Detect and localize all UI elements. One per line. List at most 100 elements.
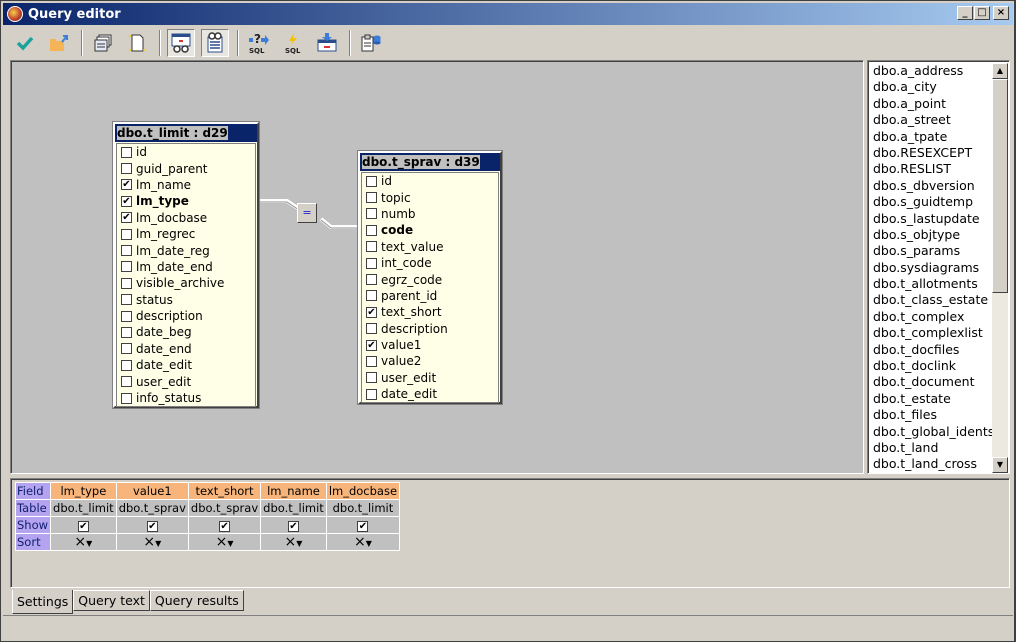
field-row[interactable]: ✔ lm_name — [117, 177, 255, 193]
field-row[interactable]: user_edit — [117, 373, 255, 389]
show-checkbox[interactable]: ✔ — [77, 521, 89, 532]
field-checkbox[interactable] — [121, 228, 132, 240]
grid-sort-cell[interactable]: ×▼ — [260, 533, 327, 551]
grid-field-cell[interactable]: lm_name — [260, 482, 327, 500]
apply-button[interactable] — [11, 29, 39, 57]
grid-field-cell[interactable]: lm_docbase — [325, 482, 401, 500]
table-list-item[interactable]: dbo.RESEXCEPT — [873, 145, 994, 161]
table-box-title[interactable]: dbo.t_sprav : d39 — [360, 153, 500, 171]
grid-show-cell[interactable]: ✔ — [260, 516, 327, 534]
scroll-down-button[interactable]: ▼ — [992, 457, 1008, 473]
grid-show-cell[interactable]: ✔ — [325, 516, 401, 534]
title-bar[interactable]: Query editor _ □ × — [3, 3, 1013, 25]
field-row[interactable]: ✔ value1 — [362, 337, 498, 353]
table-list-item[interactable]: dbo.t_land_cross — [873, 456, 994, 472]
grid-table-cell[interactable]: dbo.t_limit — [260, 499, 327, 517]
show-checkbox[interactable]: ✔ — [357, 521, 369, 532]
field-checkbox[interactable] — [121, 261, 132, 273]
grid-show-cell[interactable]: ✔ — [187, 516, 262, 534]
table-list-item[interactable]: dbo.s_params — [873, 243, 994, 259]
table-list-item[interactable]: dbo.t_land — [873, 440, 994, 456]
field-row[interactable]: lm_regrec — [117, 226, 255, 242]
field-row[interactable]: ✔ text_short — [362, 304, 498, 320]
field-row[interactable]: value2 — [362, 353, 498, 369]
table-list-item[interactable]: dbo.s_guidtemp — [873, 194, 994, 210]
field-checkbox[interactable] — [366, 323, 377, 335]
sort-dropdown[interactable]: ×▼ — [216, 534, 234, 550]
sql-help-button[interactable]: ? SQL — [245, 29, 273, 57]
table-list-item[interactable]: dbo.s_lastupdate — [873, 211, 994, 227]
table-list-item[interactable]: dbo.t_docfiles — [873, 342, 994, 358]
show-checkbox[interactable]: ✔ — [287, 521, 299, 532]
field-checkbox[interactable] — [121, 163, 132, 175]
table-list-item[interactable]: dbo.sysdiagrams — [873, 260, 994, 276]
grid-field-cell[interactable]: text_short — [187, 482, 262, 500]
grid-sort-cell[interactable]: ×▼ — [50, 533, 117, 551]
table-list-item[interactable]: dbo.t_doclink — [873, 358, 994, 374]
field-row[interactable]: parent_id — [362, 288, 498, 304]
sort-dropdown[interactable]: ×▼ — [354, 534, 372, 550]
sql-execute-button[interactable]: SQL — [279, 29, 307, 57]
table-list-item[interactable]: dbo.s_dbversion — [873, 178, 994, 194]
field-row[interactable]: ✔ lm_docbase — [117, 210, 255, 226]
field-checkbox[interactable] — [366, 224, 377, 236]
tab-query-results[interactable]: Query results — [149, 590, 244, 611]
field-row[interactable]: egrz_code — [362, 271, 498, 287]
tables-button[interactable] — [89, 29, 117, 57]
table-list-item[interactable]: dbo.t_document — [873, 374, 994, 390]
scroll-thumb[interactable] — [992, 79, 1008, 293]
table-list-item[interactable]: dbo.t_class_estate — [873, 292, 994, 308]
field-checkbox[interactable] — [366, 192, 377, 204]
field-checkbox[interactable] — [366, 290, 377, 302]
tab-query-text[interactable]: Query text — [73, 590, 150, 611]
field-row[interactable]: id — [117, 144, 255, 160]
list-view-button[interactable] — [201, 29, 229, 57]
field-checkbox[interactable] — [366, 372, 377, 384]
field-checkbox[interactable] — [366, 175, 377, 187]
field-row[interactable]: user_edit — [362, 370, 498, 386]
table-list[interactable]: dbo.a_address dbo.a_city dbo.a_point dbo.a_… — [867, 60, 1010, 474]
sort-dropdown[interactable]: ×▼ — [74, 534, 92, 550]
field-checkbox[interactable]: ✔ — [121, 195, 132, 207]
field-checkbox[interactable] — [366, 388, 377, 400]
table-list-item[interactable]: dbo.t_allotments — [873, 276, 994, 292]
field-checkbox[interactable] — [366, 257, 377, 269]
import-button[interactable] — [313, 29, 341, 57]
field-checkbox[interactable] — [121, 359, 132, 371]
table-list-item[interactable]: dbo.a_point — [873, 96, 994, 112]
field-row[interactable]: text_value — [362, 239, 498, 255]
field-row[interactable]: code — [362, 222, 498, 238]
field-checkbox[interactable] — [121, 245, 132, 257]
table-list-item[interactable]: dbo.a_street — [873, 112, 994, 128]
grid-show-cell[interactable]: ✔ — [115, 516, 189, 534]
sort-dropdown[interactable]: ×▼ — [143, 534, 161, 550]
field-row[interactable]: description — [362, 321, 498, 337]
table-list-item[interactable]: dbo.t_complexlist — [873, 325, 994, 341]
minimize-button[interactable]: _ — [957, 6, 973, 20]
grid-sort-cell[interactable]: ×▼ — [115, 533, 189, 551]
field-row[interactable]: lm_date_reg — [117, 242, 255, 258]
field-checkbox[interactable] — [121, 146, 132, 158]
field-row[interactable]: visible_archive — [117, 275, 255, 291]
field-row[interactable]: numb — [362, 206, 498, 222]
open-button[interactable] — [45, 29, 73, 57]
field-row[interactable]: info_status — [117, 390, 255, 406]
field-checkbox[interactable] — [366, 208, 377, 220]
grid-field-cell[interactable]: value1 — [115, 482, 189, 500]
field-checkbox[interactable] — [121, 326, 132, 338]
field-row[interactable]: status — [117, 292, 255, 308]
field-row[interactable]: date_edit — [362, 386, 498, 402]
field-row[interactable]: date_edit — [117, 357, 255, 373]
table-list-item[interactable]: dbo.t_complex — [873, 309, 994, 325]
field-checkbox[interactable] — [366, 274, 377, 286]
new-document-button[interactable] — [123, 29, 151, 57]
field-checkbox[interactable] — [121, 310, 132, 322]
scroll-up-button[interactable]: ▲ — [992, 63, 1008, 79]
vertical-scrollbar[interactable]: ▲ ▼ — [992, 63, 1008, 473]
grid-sort-cell[interactable]: ×▼ — [187, 533, 262, 551]
diagram-canvas[interactable]: = dbo.t_limit : d29 id guid_parent ✔ lm_nam… — [10, 60, 864, 474]
table-list-item[interactable]: dbo.RESLIST — [873, 161, 994, 177]
field-row[interactable]: guid_parent — [117, 160, 255, 176]
grid-table-cell[interactable]: dbo.t_sprav — [115, 499, 189, 517]
join-operator-button[interactable]: = — [297, 203, 317, 223]
